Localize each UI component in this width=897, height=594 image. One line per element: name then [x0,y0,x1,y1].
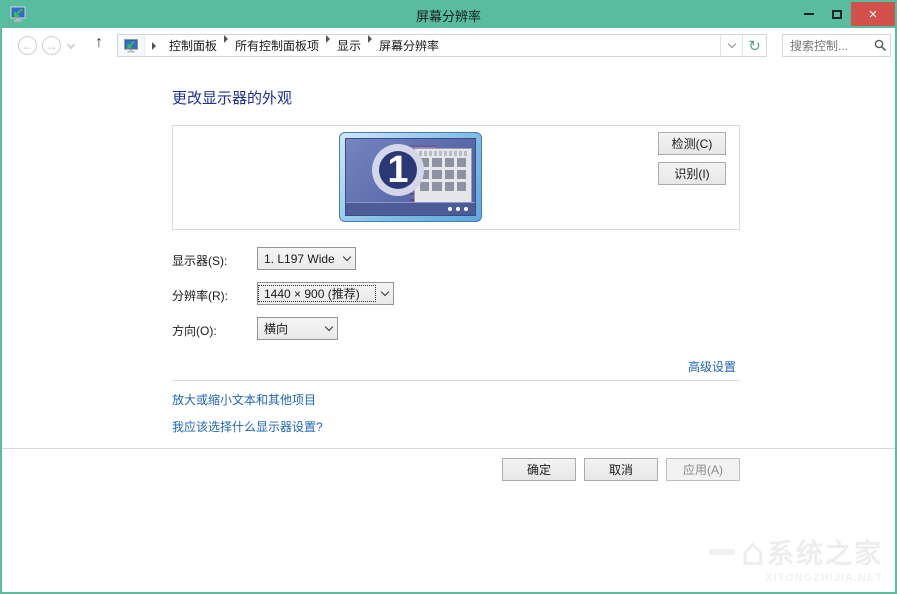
screen-resolution-window: 屏幕分辨率 × ← → ↑ 控制面板 所有控制面板项 显示 屏幕分辨率 ↻ 搜索… [0,0,897,594]
minimize-button[interactable] [795,2,823,26]
display-label: 显示器(S): [172,254,228,268]
monitor-preview-panel: 1 检测(C) 识别(I) [172,125,740,230]
breadcrumb-item-all-items[interactable]: 所有控制面板项 [229,35,325,56]
orientation-select[interactable]: 横向 [257,317,338,340]
breadcrumb-item-display[interactable]: 显示 [331,35,367,56]
window-title: 屏幕分辨率 [415,9,481,24]
footer-divider [2,448,895,449]
display-select-value: 1. L197 Wide [264,251,335,266]
display-select[interactable]: 1. L197 Wide [257,247,356,270]
breadcrumb-separator-icon [326,35,331,43]
history-chevron-icon[interactable] [66,40,76,50]
breadcrumb-separator-icon [152,41,156,50]
section-divider [172,380,740,381]
search-input[interactable] [783,38,870,53]
search-icon[interactable] [870,39,890,52]
refresh-button[interactable]: ↻ [742,35,766,56]
title-bar: 屏幕分辨率 × [2,2,895,28]
close-button[interactable]: × [851,2,895,26]
navigation-bar: ← → ↑ 控制面板 所有控制面板项 显示 屏幕分辨率 ↻ 搜索控制... [2,28,895,64]
apply-button[interactable]: 应用(A) [666,458,740,481]
chevron-down-icon [376,287,393,297]
resolution-select-value: 1440 × 900 (推荐) [258,285,376,302]
maximize-button[interactable] [823,2,851,26]
which-settings-link[interactable]: 我应该选择什么显示器设置? [172,418,323,435]
maximize-icon [832,9,842,19]
advanced-settings-link[interactable]: 高级设置 [688,358,736,375]
identify-button[interactable]: 识别(I) [658,162,726,185]
ok-button[interactable]: 确定 [502,458,576,481]
monitor-screen: 1 [345,138,476,216]
detect-button[interactable]: 检测(C) [658,132,726,155]
watermark-dash [708,548,735,555]
resolution-label: 分辨率(R): [172,289,228,303]
breadcrumb-separator-icon [224,35,229,43]
up-button[interactable]: ↑ [95,34,103,52]
chevron-down-icon [320,322,337,332]
monitor-dots-icon [448,207,468,211]
monitor-number-badge: 1 [372,144,424,196]
breadcrumb-separator-icon [368,35,373,43]
breadcrumb-item-control-panel[interactable] [145,35,163,56]
forward-button[interactable]: → [42,36,61,55]
chevron-down-icon [339,252,355,262]
breadcrumb-item-screen-resolution[interactable]: 屏幕分辨率 [373,35,445,56]
monitor-preview[interactable]: 1 [339,132,482,222]
breadcrumb-item-control-panel-label[interactable]: 控制面板 [163,35,223,56]
chevron-down-icon [727,39,736,49]
address-dropdown-button[interactable] [720,35,742,56]
address-location-icon [118,35,145,56]
resize-text-link[interactable]: 放大或缩小文本和其他项目 [172,391,316,408]
page-title: 更改显示器的外观 [172,90,293,107]
resolution-select[interactable]: 1440 × 900 (推荐) [257,282,394,305]
house-icon: ⌂ [740,529,765,574]
watermark-subtitle: XITONGZHIJIA.NET [765,572,883,584]
watermark: ⌂ 系统之家 XITONGZHIJIA.NET [708,529,883,584]
cancel-button[interactable]: 取消 [584,458,658,481]
address-spacer [445,35,720,56]
minimize-icon [804,13,814,15]
watermark-title: 系统之家 [767,539,883,569]
search-box[interactable] [782,34,891,57]
monitor-taskbar [346,202,475,215]
orientation-label: 方向(O): [172,324,217,338]
back-button[interactable]: ← [18,36,37,55]
orientation-select-value: 横向 [264,322,289,336]
address-bar[interactable]: 控制面板 所有控制面板项 显示 屏幕分辨率 ↻ [117,34,767,57]
